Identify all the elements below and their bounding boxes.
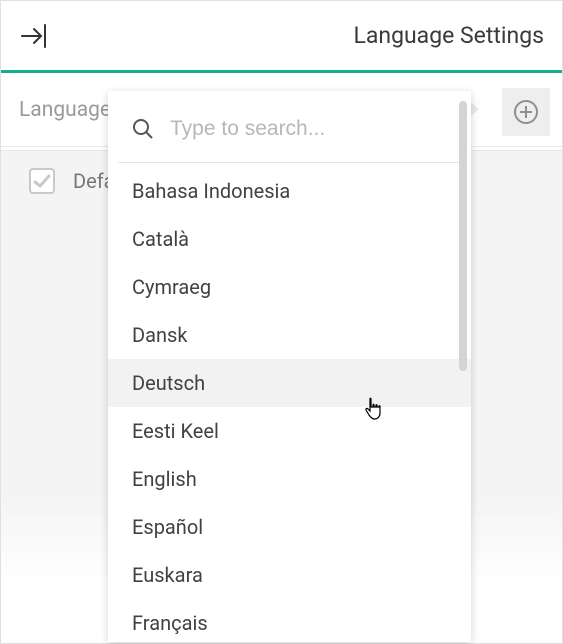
search-input[interactable] [170,117,447,141]
page-title: Language Settings [353,22,544,49]
default-checkbox[interactable] [29,168,55,194]
language-option[interactable]: Français [108,599,471,642]
language-dropdown-label: Language [19,98,111,122]
language-option[interactable]: Español [108,503,471,551]
language-option-list: Bahasa IndonesiaCatalàCymraegDanskDeutsc… [108,167,471,642]
language-option[interactable]: Català [108,215,471,263]
search-icon [132,118,154,140]
language-option[interactable]: Bahasa Indonesia [108,167,471,215]
language-option[interactable]: Cymraeg [108,263,471,311]
language-option[interactable]: Eesti Keel [108,407,471,455]
language-option[interactable]: Deutsch [108,359,471,407]
language-option[interactable]: English [108,455,471,503]
dropdown-scrollbar[interactable] [459,101,467,371]
collapse-panel-icon[interactable] [19,21,49,51]
add-language-button[interactable] [502,88,550,136]
language-option[interactable]: Dansk [108,311,471,359]
language-option[interactable]: Euskara [108,551,471,599]
language-dropdown-panel: Bahasa IndonesiaCatalàCymraegDanskDeutsc… [108,91,471,642]
